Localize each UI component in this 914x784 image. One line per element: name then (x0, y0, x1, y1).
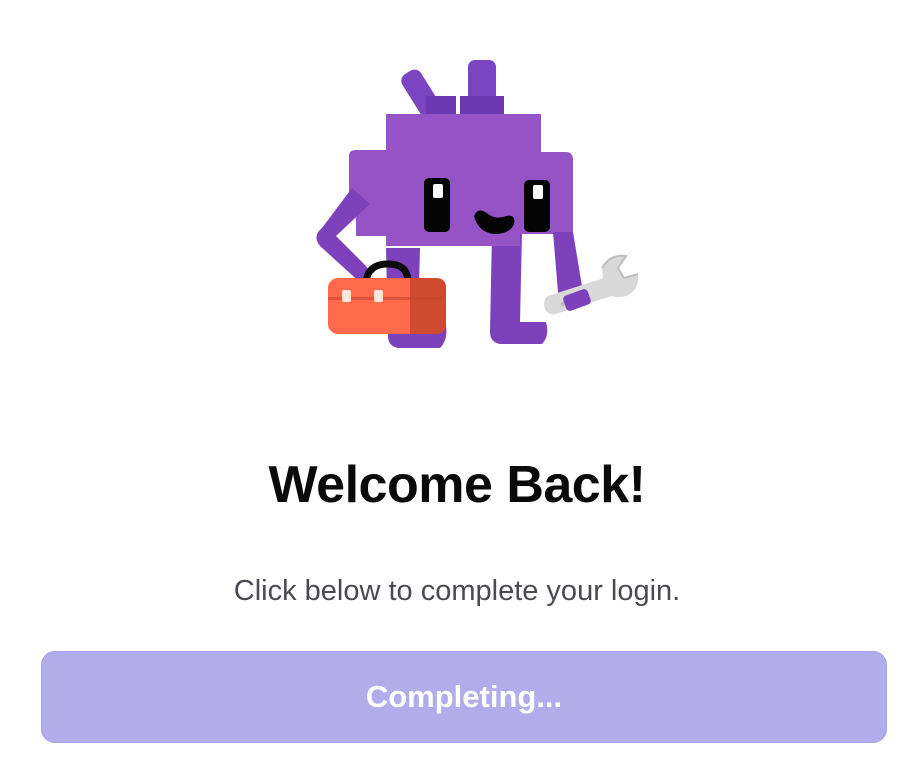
complete-login-button[interactable]: Completing... (41, 651, 887, 743)
page-subtitle: Click below to complete your login. (233, 575, 681, 607)
mascot-illustration (316, 60, 639, 348)
mascot-left-arm (316, 188, 370, 286)
complete-login-button-label: Completing... (365, 679, 563, 714)
toolbox-icon (328, 278, 446, 334)
login-completion-page: Welcome Back! Click below to complete yo… (0, 0, 914, 784)
page-title: Welcome Back! (268, 456, 646, 514)
mascot-right-leg (490, 232, 548, 344)
